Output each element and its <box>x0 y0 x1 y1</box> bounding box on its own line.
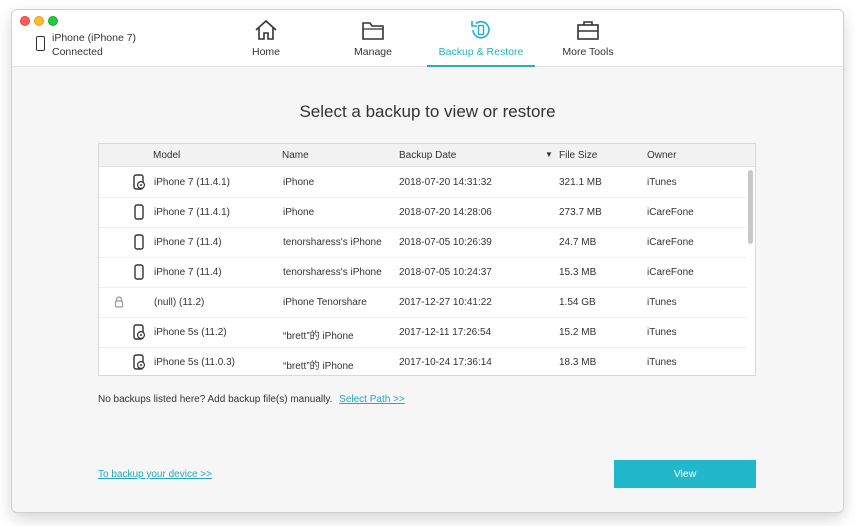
column-header-file-size[interactable]: File Size <box>559 150 597 161</box>
table-row[interactable]: iPhone 7 (11.4.1) iPhone 2018-07-20 14:2… <box>99 197 747 228</box>
cell-owner: iTunes <box>647 177 677 188</box>
tab-more-tools[interactable]: More Tools <box>556 10 620 66</box>
cell-size: 18.3 MB <box>559 357 597 368</box>
cell-name: iPhone <box>283 177 315 188</box>
toolbar: iPhone (iPhone 7) Connected Home Manage <box>12 10 843 67</box>
device-name: iPhone (iPhone 7) <box>52 32 137 44</box>
cell-owner: iTunes <box>647 327 677 338</box>
cell-model: iPhone 5s (11.0.3) <box>154 357 235 368</box>
backup-restore-icon <box>471 20 490 39</box>
folder-icon <box>362 22 384 40</box>
table-row[interactable]: iPhone 5s (11.2) “brett”的 iPhone 2017-12… <box>99 317 747 348</box>
app-window: iPhone (iPhone 7) Connected Home Manage <box>12 10 843 512</box>
column-header-model[interactable]: Model <box>153 150 180 161</box>
itunes-backup-icon <box>133 324 145 340</box>
table-row[interactable]: iPhone 7 (11.4) tenorsharess's iPhone 20… <box>99 227 747 258</box>
cell-model: iPhone 7 (11.4) <box>154 237 222 248</box>
cell-date: 2018-07-05 10:26:39 <box>399 237 492 248</box>
tab-home-label: Home <box>251 46 280 58</box>
phone-icon <box>134 264 144 280</box>
tab-manage[interactable]: Manage <box>341 10 405 66</box>
table-row[interactable]: iPhone 7 (11.4.1) iPhone 2018-07-20 14:3… <box>99 167 747 198</box>
column-header-backup-date[interactable]: Backup Date <box>399 150 456 161</box>
cell-date: 2017-12-27 10:41:22 <box>399 297 492 308</box>
phone-icon <box>36 36 45 51</box>
cell-name: iPhone Tenorshare <box>283 297 367 308</box>
cell-owner: iCareFone <box>647 237 694 248</box>
cell-name: tenorsharess's iPhone <box>283 267 382 278</box>
itunes-backup-icon <box>133 354 145 370</box>
itunes-backup-icon <box>133 174 145 190</box>
tab-backup-restore[interactable]: Backup & Restore <box>427 10 535 67</box>
cell-owner: iCareFone <box>647 207 694 218</box>
cell-model: (null) (11.2) <box>154 297 205 308</box>
cell-model: iPhone 7 (11.4) <box>154 267 222 278</box>
cell-size: 273.7 MB <box>559 207 602 218</box>
cell-date: 2018-07-05 10:24:37 <box>399 267 492 278</box>
cell-size: 15.2 MB <box>559 327 597 338</box>
cell-size: 1.54 GB <box>559 297 596 308</box>
cell-model: iPhone 5s (11.2) <box>154 327 227 338</box>
table-row[interactable]: iPhone 5s (11.0.3) “brett”的 iPhone 2017-… <box>99 347 747 375</box>
device-status: Connected <box>52 46 103 58</box>
cell-date: 2017-10-24 17:36:14 <box>399 357 492 368</box>
main-content: Select a backup to view or restore Model… <box>12 67 843 512</box>
backup-device-link[interactable]: To backup your device >> <box>98 469 212 480</box>
cell-date: 2017-12-11 17:26:54 <box>399 327 492 338</box>
cell-name: “brett”的 iPhone <box>283 331 354 342</box>
select-path-link[interactable]: Select Path >> <box>339 394 405 405</box>
cell-owner: iTunes <box>647 357 677 368</box>
sort-descending-icon[interactable]: ▼ <box>545 150 553 159</box>
close-window-button[interactable] <box>20 16 30 26</box>
toolbox-icon <box>577 21 599 40</box>
tab-manage-label: Manage <box>354 46 392 58</box>
cell-name: iPhone <box>283 207 315 218</box>
table-header: Model Name Backup Date ▼ File Size Owner <box>99 144 755 167</box>
manual-add-note: No backups listed here? Add backup file(… <box>98 394 405 405</box>
table-scrollbar[interactable] <box>748 170 753 244</box>
phone-icon <box>134 204 144 220</box>
page-title: Select a backup to view or restore <box>299 102 556 121</box>
column-header-name[interactable]: Name <box>282 150 309 161</box>
cell-name: “brett”的 iPhone <box>283 361 354 372</box>
cell-size: 15.3 MB <box>559 267 597 278</box>
cell-name: tenorsharess's iPhone <box>283 237 382 248</box>
cell-owner: iCareFone <box>647 267 694 278</box>
backup-table: Model Name Backup Date ▼ File Size Owner… <box>98 143 756 376</box>
tab-more-tools-label: More Tools <box>562 46 614 58</box>
cell-model: iPhone 7 (11.4.1) <box>154 177 230 188</box>
manual-add-text: No backups listed here? Add backup file(… <box>98 394 333 405</box>
cell-date: 2018-07-20 14:31:32 <box>399 177 492 188</box>
minimize-window-button[interactable] <box>34 16 44 26</box>
table-row[interactable]: (null) (11.2) iPhone Tenorshare 2017-12-… <box>99 287 747 318</box>
zoom-window-button[interactable] <box>48 16 58 26</box>
cell-date: 2018-07-20 14:28:06 <box>399 207 492 218</box>
column-header-owner[interactable]: Owner <box>647 150 676 161</box>
cell-model: iPhone 7 (11.4.1) <box>154 207 230 218</box>
tab-backup-restore-label: Backup & Restore <box>438 46 524 58</box>
phone-icon <box>134 234 144 250</box>
cell-size: 321.1 MB <box>559 177 602 188</box>
lock-icon <box>114 296 124 308</box>
cell-owner: iTunes <box>647 297 677 308</box>
tab-home[interactable]: Home <box>234 10 298 66</box>
view-button[interactable]: View <box>614 460 756 488</box>
cell-size: 24.7 MB <box>559 237 597 248</box>
table-row[interactable]: iPhone 7 (11.4) tenorsharess's iPhone 20… <box>99 257 747 288</box>
home-icon <box>255 19 277 40</box>
